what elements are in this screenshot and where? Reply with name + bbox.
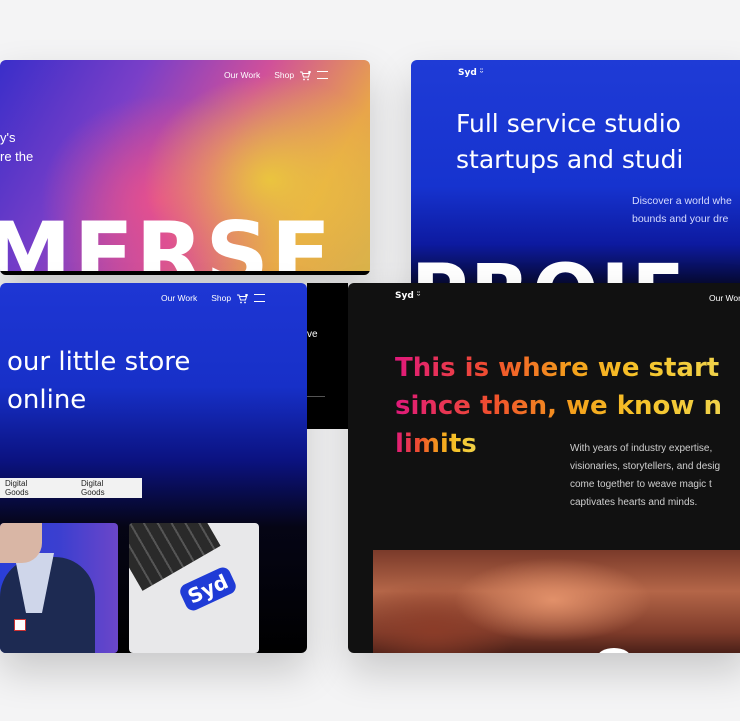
- cart-icon[interactable]: [300, 70, 311, 80]
- nav-our-work[interactable]: Our Work: [709, 293, 740, 303]
- product-image-sticker[interactable]: Syd: [129, 523, 259, 653]
- intro-line-2: re the: [0, 149, 34, 164]
- sun-shape: [597, 648, 631, 653]
- divider-line: [307, 396, 325, 397]
- category-tabs: Digital Goods Digital Goods: [0, 478, 142, 498]
- cloudy-sky-image: [373, 550, 740, 653]
- partial-text: ve: [307, 329, 318, 340]
- nav-shop[interactable]: Shop: [274, 70, 294, 80]
- menu-icon[interactable]: [317, 71, 329, 79]
- store-headline-line-1: our little store: [7, 347, 191, 377]
- menu-icon[interactable]: [254, 294, 266, 302]
- studio-subtext-line-1: Discover a world whe: [632, 195, 732, 207]
- tab-digital-goods-2[interactable]: Digital Goods: [76, 479, 130, 497]
- studio-screen-card: Syd ᵕ̈ Full service studio startups and …: [411, 60, 740, 290]
- product-image-portrait[interactable]: [0, 523, 118, 653]
- studio-headline-line-1: Full service studio: [456, 109, 681, 138]
- about-screen-card: Syd ᵕ̈ Our Work This is where we start s…: [348, 283, 740, 653]
- store-headline: our little store online: [7, 343, 190, 419]
- smile-icon: ᵕ̈: [413, 291, 421, 300]
- cart-icon[interactable]: [237, 293, 248, 303]
- logo-text: Syd: [458, 68, 477, 78]
- immerse-headline: MERSE: [0, 203, 333, 276]
- studio-headline-line-2: startups and studi: [456, 145, 684, 175]
- about-body-text: With years of industry expertise, vision…: [570, 440, 720, 512]
- about-body-line-2: visionaries, storytellers, and desig: [570, 461, 721, 472]
- nav-our-work[interactable]: Our Work: [224, 70, 260, 80]
- nav-our-work[interactable]: Our Work: [161, 293, 197, 303]
- about-body-line-1: With years of industry expertise,: [570, 443, 713, 454]
- face-shape: [0, 523, 42, 563]
- nav-shop[interactable]: Shop: [211, 293, 231, 303]
- store-screen-card: Our Work Shop our little store online Sy…: [0, 283, 307, 653]
- top-nav: Our Work Shop: [161, 293, 266, 303]
- tab-digital-goods-1[interactable]: Digital Goods: [0, 479, 54, 497]
- about-headline-line-3: limits: [395, 425, 477, 463]
- syd-logo[interactable]: Syd ᵕ̈: [458, 68, 483, 78]
- studio-subtext: Discover a world whe bounds and your dre: [632, 192, 732, 228]
- section-divider: [0, 271, 370, 275]
- top-nav: Our Work: [709, 293, 740, 303]
- pin-icon: [14, 619, 26, 631]
- about-headline-line-2: since then, we know n: [395, 387, 722, 425]
- studio-subtext-line-2: bounds and your dre: [632, 213, 729, 225]
- top-nav: Our Work Shop: [224, 70, 329, 80]
- store-headline-line-2: online: [7, 385, 87, 415]
- sticker-logo: Syd: [177, 564, 239, 614]
- card1-lower-strip: ve: [307, 283, 348, 429]
- syd-logo[interactable]: Syd ᵕ̈: [395, 291, 420, 301]
- intro-line-1: y's: [0, 130, 16, 145]
- intro-text: y's re the: [0, 128, 33, 166]
- about-headline-line-1: This is where we start: [395, 349, 719, 387]
- studio-headline: Full service studio startups and studi: [456, 106, 683, 179]
- smile-icon: ᵕ̈: [476, 68, 484, 77]
- logo-text: Syd: [395, 291, 414, 301]
- immerse-screen-card: Our Work Shop y's re the MERSE: [0, 60, 370, 275]
- about-body-line-4: captivates hearts and minds.: [570, 497, 698, 508]
- about-body-line-3: come together to weave magic t: [570, 479, 712, 490]
